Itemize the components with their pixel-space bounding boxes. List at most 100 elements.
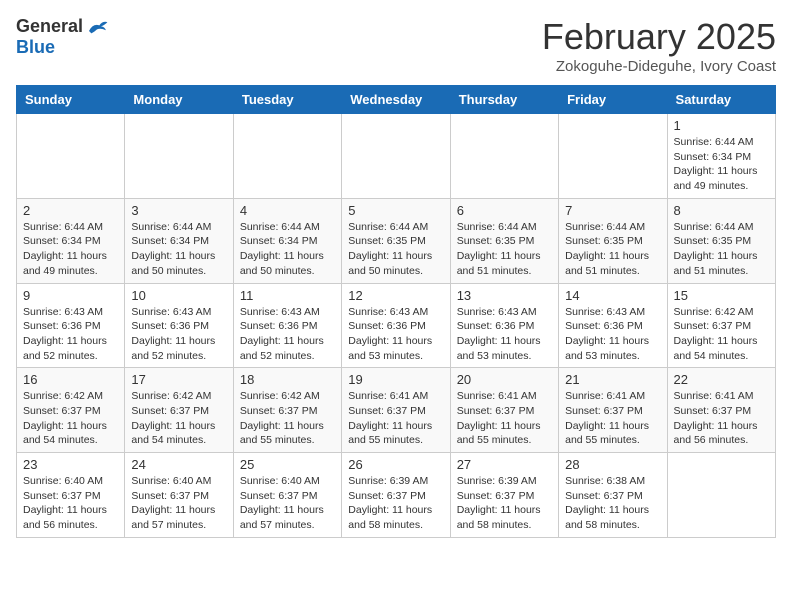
calendar-cell: 28 Sunrise: 6:38 AM Sunset: 6:37 PM Dayli… bbox=[559, 453, 667, 538]
day-info: Sunrise: 6:44 AM Sunset: 6:34 PM Dayligh… bbox=[131, 220, 226, 279]
calendar-cell: 15 Sunrise: 6:42 AM Sunset: 6:37 PM Dayli… bbox=[667, 283, 775, 368]
calendar-cell: 8Sunrise: 6:44 AM Sunset: 6:35 PM Daylig… bbox=[667, 198, 775, 283]
day-info: Sunrise: 6:44 AM Sunset: 6:35 PM Dayligh… bbox=[457, 220, 552, 279]
day-number: 3 bbox=[131, 203, 226, 218]
day-number: 6 bbox=[457, 203, 552, 218]
day-info: Sunrise: 6:43 AM Sunset: 6:36 PM Dayligh… bbox=[348, 305, 443, 364]
weekday-header-thursday: Thursday bbox=[450, 86, 558, 114]
day-info: Sunrise: 6:39 AM Sunset: 6:37 PM Dayligh… bbox=[348, 474, 443, 533]
calendar-table: SundayMondayTuesdayWednesdayThursdayFrid… bbox=[16, 85, 776, 538]
day-info: Sunrise: 6:38 AM Sunset: 6:37 PM Dayligh… bbox=[565, 474, 660, 533]
calendar-cell: 6 Sunrise: 6:44 AM Sunset: 6:35 PM Daylig… bbox=[450, 198, 558, 283]
day-number: 17 bbox=[131, 372, 226, 387]
calendar-cell: 17 Sunrise: 6:42 AM Sunset: 6:37 PM Dayli… bbox=[125, 368, 233, 453]
day-number: 25 bbox=[240, 457, 335, 472]
day-number: 13 bbox=[457, 288, 552, 303]
day-info: Sunrise: 6:40 AM Sunset: 6:37 PM Dayligh… bbox=[23, 474, 118, 533]
calendar-cell: 24 Sunrise: 6:40 AM Sunset: 6:37 PM Dayli… bbox=[125, 453, 233, 538]
day-number: 27 bbox=[457, 457, 552, 472]
day-info: Sunrise: 6:42 AM Sunset: 6:37 PM Dayligh… bbox=[240, 389, 335, 448]
day-info: Sunrise: 6:44 AM Sunset: 6:35 PM Dayligh… bbox=[674, 220, 769, 279]
calendar-week-3: 9 Sunrise: 6:43 AM Sunset: 6:36 PM Daylig… bbox=[17, 283, 776, 368]
day-number: 19 bbox=[348, 372, 443, 387]
calendar-cell: 11 Sunrise: 6:43 AM Sunset: 6:36 PM Dayli… bbox=[233, 283, 341, 368]
day-info: Sunrise: 6:43 AM Sunset: 6:36 PM Dayligh… bbox=[565, 305, 660, 364]
day-number: 4 bbox=[240, 203, 335, 218]
calendar-cell: 2 Sunrise: 6:44 AM Sunset: 6:34 PM Daylig… bbox=[17, 198, 125, 283]
day-info: Sunrise: 6:40 AM Sunset: 6:37 PM Dayligh… bbox=[131, 474, 226, 533]
day-info: Sunrise: 6:44 AM Sunset: 6:34 PM Dayligh… bbox=[240, 220, 335, 279]
logo-bird-icon bbox=[85, 17, 109, 37]
calendar-cell bbox=[17, 114, 125, 199]
day-number: 11 bbox=[240, 288, 335, 303]
day-info: Sunrise: 6:43 AM Sunset: 6:36 PM Dayligh… bbox=[240, 305, 335, 364]
calendar-cell: 9 Sunrise: 6:43 AM Sunset: 6:36 PM Daylig… bbox=[17, 283, 125, 368]
day-info: Sunrise: 6:41 AM Sunset: 6:37 PM Dayligh… bbox=[674, 389, 769, 448]
calendar-cell: 22 Sunrise: 6:41 AM Sunset: 6:37 PM Dayli… bbox=[667, 368, 775, 453]
day-info: Sunrise: 6:42 AM Sunset: 6:37 PM Dayligh… bbox=[674, 305, 769, 364]
day-info: Sunrise: 6:43 AM Sunset: 6:36 PM Dayligh… bbox=[131, 305, 226, 364]
calendar-cell: 23 Sunrise: 6:40 AM Sunset: 6:37 PM Dayli… bbox=[17, 453, 125, 538]
logo: General Blue bbox=[16, 16, 109, 58]
calendar-cell bbox=[667, 453, 775, 538]
calendar-cell: 14 Sunrise: 6:43 AM Sunset: 6:36 PM Dayli… bbox=[559, 283, 667, 368]
weekday-header-sunday: Sunday bbox=[17, 86, 125, 114]
day-info: Sunrise: 6:44 AM Sunset: 6:35 PM Dayligh… bbox=[565, 220, 660, 279]
calendar-week-1: 1Sunrise: 6:44 AM Sunset: 6:34 PM Daylig… bbox=[17, 114, 776, 199]
month-title: February 2025 bbox=[542, 16, 776, 58]
calendar-cell: 20 Sunrise: 6:41 AM Sunset: 6:37 PM Dayli… bbox=[450, 368, 558, 453]
calendar-cell: 3 Sunrise: 6:44 AM Sunset: 6:34 PM Daylig… bbox=[125, 198, 233, 283]
title-block: February 2025 Zokoguhe-Dideguhe, Ivory C… bbox=[542, 16, 776, 75]
weekday-header-row: SundayMondayTuesdayWednesdayThursdayFrid… bbox=[17, 86, 776, 114]
calendar-cell bbox=[450, 114, 558, 199]
calendar-cell: 7 Sunrise: 6:44 AM Sunset: 6:35 PM Daylig… bbox=[559, 198, 667, 283]
day-number: 7 bbox=[565, 203, 660, 218]
day-number: 18 bbox=[240, 372, 335, 387]
day-info: Sunrise: 6:44 AM Sunset: 6:35 PM Dayligh… bbox=[348, 220, 443, 279]
day-number: 14 bbox=[565, 288, 660, 303]
calendar-cell bbox=[559, 114, 667, 199]
day-number: 15 bbox=[674, 288, 769, 303]
day-number: 16 bbox=[23, 372, 118, 387]
day-number: 24 bbox=[131, 457, 226, 472]
day-number: 5 bbox=[348, 203, 443, 218]
day-number: 21 bbox=[565, 372, 660, 387]
calendar-cell: 1Sunrise: 6:44 AM Sunset: 6:34 PM Daylig… bbox=[667, 114, 775, 199]
day-number: 22 bbox=[674, 372, 769, 387]
calendar-week-5: 23 Sunrise: 6:40 AM Sunset: 6:37 PM Dayli… bbox=[17, 453, 776, 538]
day-number: 26 bbox=[348, 457, 443, 472]
page-header: General Blue February 2025 Zokoguhe-Dide… bbox=[16, 16, 776, 75]
day-info: Sunrise: 6:44 AM Sunset: 6:34 PM Dayligh… bbox=[23, 220, 118, 279]
weekday-header-saturday: Saturday bbox=[667, 86, 775, 114]
day-info: Sunrise: 6:42 AM Sunset: 6:37 PM Dayligh… bbox=[131, 389, 226, 448]
day-number: 9 bbox=[23, 288, 118, 303]
calendar-cell: 16 Sunrise: 6:42 AM Sunset: 6:37 PM Dayli… bbox=[17, 368, 125, 453]
weekday-header-wednesday: Wednesday bbox=[342, 86, 450, 114]
day-info: Sunrise: 6:41 AM Sunset: 6:37 PM Dayligh… bbox=[565, 389, 660, 448]
day-info: Sunrise: 6:41 AM Sunset: 6:37 PM Dayligh… bbox=[348, 389, 443, 448]
day-number: 10 bbox=[131, 288, 226, 303]
calendar-cell: 5 Sunrise: 6:44 AM Sunset: 6:35 PM Daylig… bbox=[342, 198, 450, 283]
day-info: Sunrise: 6:43 AM Sunset: 6:36 PM Dayligh… bbox=[23, 305, 118, 364]
day-info: Sunrise: 6:40 AM Sunset: 6:37 PM Dayligh… bbox=[240, 474, 335, 533]
day-number: 28 bbox=[565, 457, 660, 472]
day-number: 12 bbox=[348, 288, 443, 303]
weekday-header-monday: Monday bbox=[125, 86, 233, 114]
day-info: Sunrise: 6:41 AM Sunset: 6:37 PM Dayligh… bbox=[457, 389, 552, 448]
day-number: 2 bbox=[23, 203, 118, 218]
day-number: 1 bbox=[674, 118, 769, 133]
calendar-cell: 12 Sunrise: 6:43 AM Sunset: 6:36 PM Dayli… bbox=[342, 283, 450, 368]
calendar-week-2: 2 Sunrise: 6:44 AM Sunset: 6:34 PM Daylig… bbox=[17, 198, 776, 283]
day-number: 20 bbox=[457, 372, 552, 387]
calendar-cell: 21 Sunrise: 6:41 AM Sunset: 6:37 PM Dayli… bbox=[559, 368, 667, 453]
calendar-cell bbox=[233, 114, 341, 199]
logo-blue-text: Blue bbox=[16, 37, 55, 58]
weekday-header-friday: Friday bbox=[559, 86, 667, 114]
calendar-cell bbox=[342, 114, 450, 199]
day-info: Sunrise: 6:43 AM Sunset: 6:36 PM Dayligh… bbox=[457, 305, 552, 364]
day-info: Sunrise: 6:42 AM Sunset: 6:37 PM Dayligh… bbox=[23, 389, 118, 448]
calendar-cell: 25 Sunrise: 6:40 AM Sunset: 6:37 PM Dayli… bbox=[233, 453, 341, 538]
location-subtitle: Zokoguhe-Dideguhe, Ivory Coast bbox=[542, 58, 776, 75]
day-number: 23 bbox=[23, 457, 118, 472]
logo-general-text: General bbox=[16, 16, 83, 37]
